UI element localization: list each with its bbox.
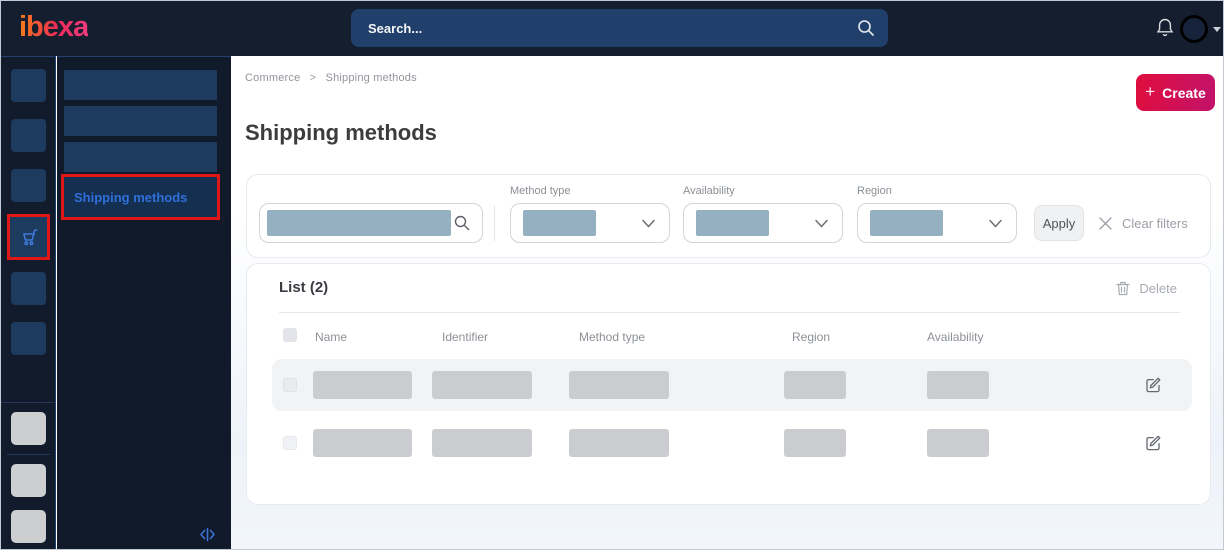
breadcrumb-separator: > <box>309 72 317 84</box>
filter-search-input[interactable] <box>259 203 483 243</box>
column-header-region[interactable]: Region <box>792 330 830 344</box>
redacted-availability-cell <box>927 429 989 457</box>
ibexa-logo[interactable]: ibexa <box>19 11 89 44</box>
icon-sidebar <box>1 56 56 549</box>
edit-icon[interactable] <box>1144 375 1163 394</box>
sidebar-item-1[interactable] <box>11 69 46 102</box>
breadcrumb-shipping-methods[interactable]: Shipping methods <box>326 72 417 84</box>
filter-divider <box>494 205 495 241</box>
column-header-identifier[interactable]: Identifier <box>442 330 488 344</box>
apply-button[interactable]: Apply <box>1034 205 1084 241</box>
sidebar-item-commerce-highlighted[interactable] <box>7 214 50 260</box>
region-select[interactable] <box>857 203 1017 243</box>
topbar: ibexa <box>1 1 1223 56</box>
list-divider <box>279 312 1180 313</box>
filters-bar: Method type Availability Region Apply Cl… <box>246 174 1211 258</box>
chevron-down-icon <box>642 219 655 228</box>
column-header-availability[interactable]: Availability <box>927 330 983 344</box>
clear-filters-label: Clear filters <box>1122 215 1188 231</box>
table-row[interactable] <box>272 359 1192 411</box>
search-icon[interactable] <box>856 18 876 38</box>
redacted-search-value <box>267 210 451 236</box>
redacted-name-cell <box>313 429 412 457</box>
redacted-select-value <box>870 210 943 236</box>
search-icon[interactable] <box>453 214 471 232</box>
availability-select[interactable] <box>683 203 843 243</box>
avatar[interactable] <box>1180 15 1208 43</box>
sidebar-divider <box>1 402 56 403</box>
redacted-identifier-cell <box>432 429 532 457</box>
menu-item-shipping-methods-highlighted[interactable]: Shipping methods <box>61 174 220 220</box>
create-button-label: Create <box>1162 84 1206 101</box>
region-label: Region <box>857 185 892 197</box>
redacted-name-cell <box>313 371 412 399</box>
redacted-method-type-cell <box>569 429 669 457</box>
shopping-cart-icon <box>22 229 38 246</box>
commerce-menu-panel: Shipping methods <box>57 56 231 549</box>
sidebar-item-3[interactable] <box>11 169 46 202</box>
redacted-identifier-cell <box>432 371 532 399</box>
bell-icon[interactable] <box>1155 17 1175 39</box>
delete-button[interactable]: Delete <box>1115 280 1177 297</box>
breadcrumb: Commerce > Shipping methods <box>245 72 417 84</box>
collapse-panel-icon[interactable] <box>199 526 216 543</box>
sidebar-bottom-item-3[interactable] <box>11 510 46 543</box>
edit-icon[interactable] <box>1144 433 1163 452</box>
availability-label: Availability <box>683 185 735 197</box>
redacted-select-value <box>696 210 769 236</box>
sidebar-item-6[interactable] <box>11 322 46 355</box>
plus-icon: + <box>1145 82 1156 101</box>
chevron-down-icon <box>815 219 828 228</box>
table-row[interactable] <box>272 417 1192 469</box>
column-header-name[interactable]: Name <box>315 330 347 344</box>
method-type-label: Method type <box>510 185 571 197</box>
breadcrumb-commerce[interactable]: Commerce <box>245 72 300 84</box>
row-checkbox[interactable] <box>283 436 297 450</box>
row-checkbox[interactable] <box>283 378 297 392</box>
page-title: Shipping methods <box>245 120 437 145</box>
method-type-select[interactable] <box>510 203 670 243</box>
menu-item-label: Shipping methods <box>74 189 188 205</box>
main-content: Commerce > Shipping methods + Create Shi… <box>231 56 1223 549</box>
sidebar-item-5[interactable] <box>11 272 46 305</box>
list-title: List (2) <box>279 279 329 296</box>
create-button[interactable]: + Create <box>1136 74 1215 111</box>
sidebar-bottom-item-2[interactable] <box>11 464 46 497</box>
column-header-method-type[interactable]: Method type <box>579 330 645 344</box>
redacted-region-cell <box>784 371 846 399</box>
redacted-method-type-cell <box>569 371 669 399</box>
menu-item-3[interactable] <box>64 142 217 172</box>
chevron-down-icon <box>989 219 1002 228</box>
redacted-region-cell <box>784 429 846 457</box>
delete-button-label: Delete <box>1139 281 1177 296</box>
caret-down-icon[interactable] <box>1212 24 1222 34</box>
redacted-select-value <box>523 210 596 236</box>
close-icon <box>1099 216 1112 230</box>
shipping-methods-list: List (2) Delete Name Identifier Method t… <box>246 263 1211 505</box>
select-all-checkbox[interactable] <box>283 328 297 342</box>
clear-filters-button[interactable]: Clear filters <box>1098 205 1188 241</box>
menu-item-1[interactable] <box>64 70 217 100</box>
trash-icon <box>1116 281 1131 296</box>
menu-item-2[interactable] <box>64 106 217 136</box>
sidebar-item-2[interactable] <box>11 119 46 152</box>
ibexa-admin-window: ibexa Search... Shipping methods Commerc… <box>0 0 1224 550</box>
global-search-input[interactable] <box>351 9 888 47</box>
sidebar-divider-2 <box>7 454 50 455</box>
redacted-availability-cell <box>927 371 989 399</box>
sidebar-bottom-item-1[interactable] <box>11 412 46 445</box>
